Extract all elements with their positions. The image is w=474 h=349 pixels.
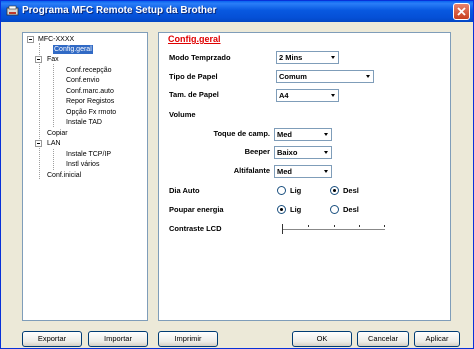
cancelar-button[interactable]: Cancelar: [357, 331, 409, 347]
slider-tick: [384, 225, 385, 227]
tree-item-conf-inicial[interactable]: Conf.inicial: [47, 171, 81, 180]
tree-item-instale-tcpip[interactable]: Instale TCP/IP: [66, 150, 111, 159]
contraste-label: Contraste LCD: [169, 224, 222, 233]
expand-root-icon[interactable]: [27, 36, 34, 43]
settings-panel: Config.geral Modo Temprzado 2 Mins Tipo …: [158, 32, 451, 321]
dia-auto-lig-label[interactable]: Lig: [290, 186, 301, 195]
tam-papel-value: A4: [279, 91, 289, 100]
poupar-label: Poupar energia: [169, 205, 224, 214]
toque-select[interactable]: Med: [274, 128, 332, 141]
tree-item-lan[interactable]: LAN: [47, 139, 61, 148]
tree-item-instale-tad[interactable]: Instale TAD: [66, 118, 102, 127]
tree-item-conf-envio[interactable]: Conf.envio: [66, 76, 99, 85]
altifalante-select[interactable]: Med: [274, 165, 332, 178]
imprimir-button[interactable]: Imprimir: [158, 331, 218, 347]
tam-papel-select[interactable]: A4: [276, 89, 339, 102]
tipo-papel-label: Tipo de Papel: [169, 72, 218, 81]
importar-button[interactable]: Importar: [88, 331, 148, 347]
beeper-select[interactable]: Baixo: [274, 146, 332, 159]
dia-auto-lig-radio[interactable]: [277, 186, 286, 195]
app-icon: [6, 5, 19, 16]
window-title: Programa MFC Remote Setup da Brother: [22, 5, 217, 16]
chevron-down-icon[interactable]: [320, 129, 331, 140]
tipo-papel-value: Comum: [279, 72, 307, 81]
poupar-lig-label[interactable]: Lig: [290, 205, 301, 214]
aplicar-button[interactable]: Aplicar: [414, 331, 460, 347]
modo-temp-value: 2 Mins: [279, 53, 303, 62]
tam-papel-label: Tam. de Papel: [169, 90, 219, 99]
tree-item-copiar[interactable]: Copiar: [47, 129, 68, 138]
title-bar[interactable]: Programa MFC Remote Setup da Brother: [1, 1, 473, 22]
beeper-label: Beeper: [244, 147, 270, 156]
chevron-down-icon[interactable]: [327, 90, 338, 101]
poupar-desl-label[interactable]: Desl: [343, 205, 359, 214]
poupar-desl-radio[interactable]: [330, 205, 339, 214]
tree-item-conf-marc-auto[interactable]: Conf.marc.auto: [66, 87, 114, 96]
contraste-slider-thumb[interactable]: [282, 224, 286, 234]
toque-label: Toque de camp.: [213, 129, 270, 138]
poupar-lig-radio[interactable]: [277, 205, 286, 214]
close-button[interactable]: [453, 3, 470, 20]
volume-label: Volume: [169, 110, 196, 119]
tree-item-instl-varios[interactable]: Instl vários: [66, 160, 99, 169]
settings-tree[interactable]: MFC-XXXX Config.geral Fax Conf.recepção …: [22, 32, 148, 321]
beeper-value: Baixo: [277, 148, 298, 157]
modo-temp-select[interactable]: 2 Mins: [276, 51, 339, 64]
chevron-down-icon[interactable]: [320, 166, 331, 177]
exportar-button[interactable]: Exportar: [22, 331, 82, 347]
tree-root[interactable]: MFC-XXXX: [38, 35, 74, 44]
dia-auto-label: Dia Auto: [169, 186, 200, 195]
close-icon: [457, 7, 466, 16]
expand-fax-icon[interactable]: [35, 56, 42, 63]
tree-item-config-geral[interactable]: Config.geral: [53, 45, 93, 54]
chevron-down-icon[interactable]: [327, 52, 338, 63]
altifalante-value: Med: [277, 167, 292, 176]
tree-item-fax[interactable]: Fax: [47, 55, 59, 64]
modo-temp-label: Modo Temprzado: [169, 53, 231, 62]
slider-tick: [334, 225, 335, 227]
dia-auto-desl-label[interactable]: Desl: [343, 186, 359, 195]
toque-value: Med: [277, 130, 292, 139]
contraste-slider[interactable]: [283, 229, 385, 231]
expand-lan-icon[interactable]: [35, 140, 42, 147]
section-title: Config.geral: [168, 34, 221, 44]
main-window: Programa MFC Remote Setup da Brother MFC…: [0, 0, 474, 349]
slider-tick: [308, 225, 309, 227]
chevron-down-icon[interactable]: [362, 71, 373, 82]
tree-item-conf-recepcao[interactable]: Conf.recepção: [66, 66, 112, 75]
slider-tick: [359, 225, 360, 227]
ok-button[interactable]: OK: [292, 331, 352, 347]
dia-auto-desl-radio[interactable]: [330, 186, 339, 195]
tree-item-opcao-fx-rmoto[interactable]: Opção Fx rmoto: [66, 108, 116, 117]
tipo-papel-select[interactable]: Comum: [276, 70, 374, 83]
altifalante-label: Altifalante: [233, 166, 270, 175]
chevron-down-icon[interactable]: [320, 147, 331, 158]
tree-item-repor-registos[interactable]: Repor Registos: [66, 97, 114, 106]
